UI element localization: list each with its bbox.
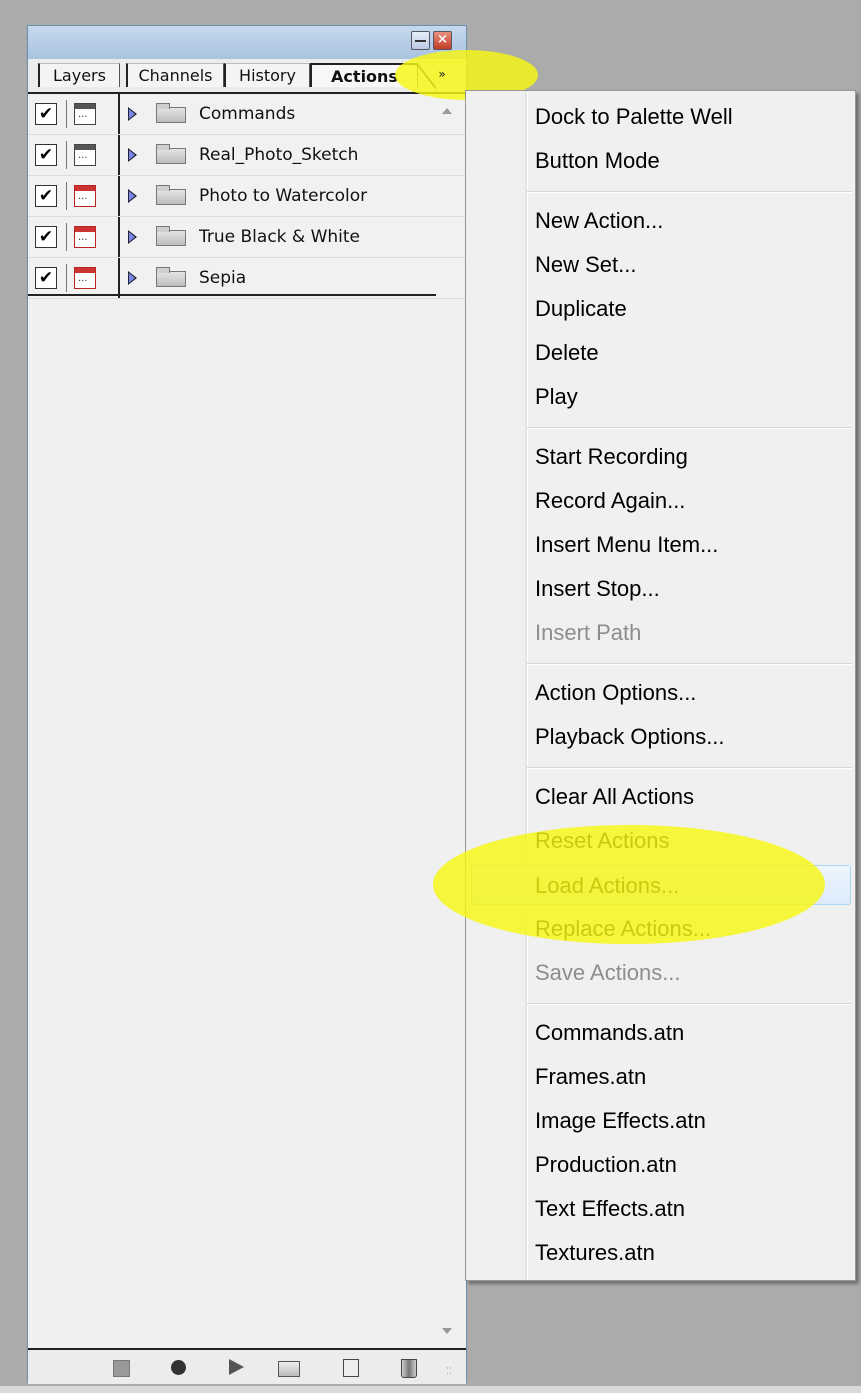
folder-icon bbox=[156, 185, 186, 205]
folder-icon bbox=[156, 226, 186, 246]
menu-separator bbox=[527, 1003, 852, 1005]
scroll-up-icon[interactable] bbox=[442, 108, 452, 114]
expand-triangle-icon[interactable] bbox=[128, 189, 137, 203]
column-divider bbox=[118, 94, 120, 134]
menu-item-image-effects-atn[interactable]: Image Effects.atn bbox=[466, 1101, 855, 1141]
column-divider bbox=[118, 176, 120, 216]
play-icon[interactable] bbox=[223, 1356, 249, 1378]
dialog-toggle-icon[interactable] bbox=[74, 226, 96, 248]
column-separator bbox=[66, 141, 67, 169]
actions-palette: × Layers Channels History Actions ✔Comma… bbox=[27, 25, 467, 1384]
action-set-label: Real_Photo_Sketch bbox=[199, 145, 359, 165]
menu-item-play[interactable]: Play bbox=[466, 377, 855, 417]
expand-triangle-icon[interactable] bbox=[128, 148, 137, 162]
scrollbar[interactable] bbox=[436, 94, 466, 1344]
action-set-label: Sepia bbox=[199, 268, 247, 288]
dialog-toggle-icon[interactable] bbox=[74, 267, 96, 289]
menu-item-delete[interactable]: Delete bbox=[466, 333, 855, 373]
action-set-row[interactable]: ✔ Commands bbox=[28, 94, 466, 135]
expand-triangle-icon[interactable] bbox=[128, 271, 137, 285]
actions-list: ✔ Commands ✔ Real_Photo_Sketch ✔ Photo to Wat… bbox=[28, 94, 466, 299]
menu-separator bbox=[527, 663, 852, 665]
column-divider bbox=[118, 135, 120, 175]
record-icon[interactable] bbox=[165, 1356, 191, 1378]
new-action-icon[interactable] bbox=[338, 1356, 364, 1378]
actions-flyout-menu: Dock to Palette Well Button Mode New Actio… bbox=[465, 90, 856, 1281]
menu-item-new-action[interactable]: New Action... bbox=[466, 201, 855, 241]
highlighter-mark-load bbox=[433, 825, 825, 944]
folder-icon bbox=[156, 144, 186, 164]
menu-item-text-effects-atn[interactable]: Text Effects.atn bbox=[466, 1189, 855, 1229]
expand-triangle-icon[interactable] bbox=[128, 107, 137, 121]
menu-item-start-recording[interactable]: Start Recording bbox=[466, 437, 855, 477]
toggle-check-icon[interactable]: ✔ bbox=[35, 267, 57, 289]
menu-item-textures-atn[interactable]: Textures.atn bbox=[466, 1233, 855, 1273]
expand-triangle-icon[interactable] bbox=[128, 230, 137, 244]
column-separator bbox=[66, 100, 67, 128]
toggle-check-icon[interactable]: ✔ bbox=[35, 226, 57, 248]
menu-item-insert-path[interactable]: Insert Path bbox=[466, 613, 855, 653]
column-separator bbox=[66, 182, 67, 210]
tab-history[interactable]: History bbox=[224, 63, 310, 87]
minimize-icon[interactable] bbox=[411, 31, 430, 50]
tab-channels[interactable]: Channels bbox=[126, 63, 224, 87]
background-strip bbox=[0, 1386, 861, 1393]
column-separator bbox=[66, 223, 67, 251]
list-divider bbox=[28, 294, 436, 296]
menu-item-dock-to-palette-well[interactable]: Dock to Palette Well bbox=[466, 97, 855, 137]
action-set-row[interactable]: ✔ True Black & White bbox=[28, 217, 466, 258]
toggle-check-icon[interactable]: ✔ bbox=[35, 144, 57, 166]
new-set-icon[interactable] bbox=[276, 1356, 302, 1378]
tab-layers[interactable]: Layers bbox=[38, 63, 120, 87]
menu-item-save-actions[interactable]: Save Actions... bbox=[466, 953, 855, 993]
action-set-label: Commands bbox=[199, 104, 296, 124]
action-set-label: Photo to Watercolor bbox=[199, 186, 368, 206]
flyout-menu-icon[interactable]: » bbox=[425, 62, 459, 87]
menu-separator bbox=[527, 427, 852, 429]
menu-item-new-set[interactable]: New Set... bbox=[466, 245, 855, 285]
scroll-down-icon[interactable] bbox=[442, 1328, 452, 1334]
column-divider bbox=[118, 217, 120, 257]
menu-separator bbox=[527, 767, 852, 769]
toggle-check-icon[interactable]: ✔ bbox=[35, 185, 57, 207]
delete-icon[interactable] bbox=[396, 1356, 422, 1378]
action-set-label: True Black & White bbox=[199, 227, 361, 247]
dialog-toggle-icon[interactable] bbox=[74, 103, 96, 125]
dialog-toggle-icon[interactable] bbox=[74, 144, 96, 166]
action-set-row[interactable]: ✔ Real_Photo_Sketch bbox=[28, 135, 466, 176]
dialog-toggle-icon[interactable] bbox=[74, 185, 96, 207]
menu-item-action-options[interactable]: Action Options... bbox=[466, 673, 855, 713]
menu-item-frames-atn[interactable]: Frames.atn bbox=[466, 1057, 855, 1097]
action-set-row[interactable]: ✔ Photo to Watercolor bbox=[28, 176, 466, 217]
palette-titlebar[interactable]: × bbox=[28, 26, 466, 59]
menu-item-clear-all-actions[interactable]: Clear All Actions bbox=[466, 777, 855, 817]
menu-separator bbox=[527, 191, 852, 193]
menu-item-duplicate[interactable]: Duplicate bbox=[466, 289, 855, 329]
folder-icon bbox=[156, 103, 186, 123]
column-separator bbox=[66, 264, 67, 292]
menu-item-record-again[interactable]: Record Again... bbox=[466, 481, 855, 521]
menu-item-button-mode[interactable]: Button Mode bbox=[466, 141, 855, 181]
menu-item-insert-menu-item[interactable]: Insert Menu Item... bbox=[466, 525, 855, 565]
folder-icon bbox=[156, 267, 186, 287]
action-set-row[interactable]: ✔ Sepia bbox=[28, 258, 466, 299]
resize-grip-icon[interactable]: ·· ·· bbox=[446, 1365, 458, 1380]
stop-icon[interactable] bbox=[108, 1356, 134, 1378]
column-divider bbox=[118, 258, 120, 298]
menu-item-insert-stop[interactable]: Insert Stop... bbox=[466, 569, 855, 609]
menu-item-playback-options[interactable]: Playback Options... bbox=[466, 717, 855, 757]
toggle-check-icon[interactable]: ✔ bbox=[35, 103, 57, 125]
menu-item-production-atn[interactable]: Production.atn bbox=[466, 1145, 855, 1185]
menu-item-commands-atn[interactable]: Commands.atn bbox=[466, 1013, 855, 1053]
palette-toolbar: ·· ·· bbox=[28, 1348, 466, 1384]
close-icon[interactable]: × bbox=[433, 31, 452, 50]
